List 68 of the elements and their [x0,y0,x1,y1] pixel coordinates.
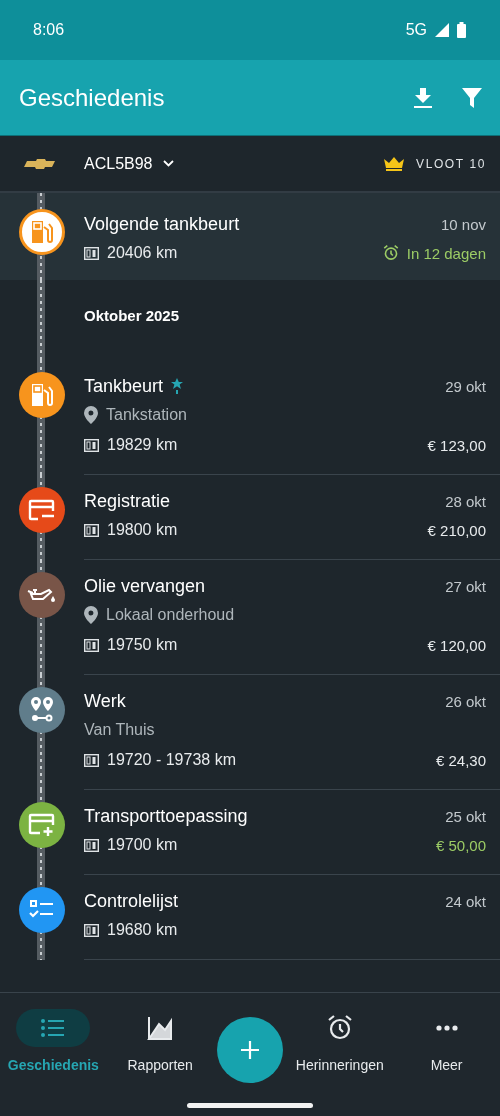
card-plus-icon [28,813,56,837]
battery-icon [457,22,466,38]
nav-tab[interactable]: Geschiedenis [3,1009,104,1073]
odometer-icon [84,923,99,937]
nav-tab[interactable]: Rapporten [110,1009,211,1073]
vehicle-selector[interactable]: ACL5B98 [84,154,385,173]
entry-amount: € 50,00 [435,836,486,854]
plan-label: VLOOT 10 [416,156,486,171]
entry-date: 28 okt [445,492,486,510]
entry-title: Tankbeurt [84,375,164,397]
alarm-clock-icon [382,245,399,261]
plus-icon [241,1041,259,1059]
odometer-reading: 19800 km [107,521,178,539]
fuel-pump-icon [30,382,54,408]
reminder-due: In 12 dagen [406,244,486,262]
alarm-clock-icon [326,1015,353,1041]
month-heading: Oktober 2025 [84,307,180,325]
signal-icon [435,23,449,37]
line-chart-icon [147,1015,174,1041]
odometer-icon [84,246,99,260]
odometer-reading: 19829 km [107,436,178,454]
location-pin-icon [84,606,98,624]
entry-date: 27 okt [445,577,486,595]
fuel-pump-icon [30,219,54,245]
odometer-reading: 19700 km [107,836,178,854]
chevron-down-icon [162,160,174,167]
entry-amount: € 24,30 [435,751,486,769]
oil-can-icon [27,586,57,604]
card-icon [28,499,56,521]
list-icon [41,1019,66,1037]
odometer-icon [84,753,99,767]
status-time: 8:06 [33,21,65,39]
odometer-icon [84,638,99,652]
odometer-reading: 20406 km [107,244,178,262]
location-text: Lokaal onderhoud [106,606,235,624]
nav-tab[interactable]: Herinneringen [289,1009,390,1073]
route-text: Van Thuis [84,721,155,739]
car-logo-icon [24,158,58,169]
nav-tab[interactable]: Meer [396,1009,497,1073]
entry-title: Transporttoepassing [84,805,248,827]
odometer-reading: 19750 km [107,636,178,654]
entry-date: 29 okt [445,377,486,395]
odometer-icon [84,438,99,452]
network-label: 5G [405,21,427,39]
entry-date: 24 okt [445,892,486,910]
more-icon [435,1025,458,1031]
odometer-icon [84,838,99,852]
entry-title: Controlelijst [84,890,179,912]
entry-date: 10 nov [440,215,486,233]
entry-title: Olie vervangen [84,575,206,597]
entry-amount: € 123,00 [427,436,486,454]
location-text: Tankstation [106,406,187,424]
entry-title: Werk [84,690,126,712]
odometer-reading: 19680 km [107,921,178,939]
entry-date: 26 okt [445,692,486,710]
route-icon [29,696,55,724]
entry-date: 25 okt [445,807,486,825]
entry-title: Registratie [84,490,171,512]
filter-icon[interactable] [462,87,482,108]
odometer-reading: 19720 - 19738 km [107,751,236,769]
crown-icon [384,156,405,171]
entry-amount: € 210,00 [427,521,486,539]
download-icon[interactable] [414,87,432,108]
entry-title: Volgende tankbeurt [84,213,240,235]
location-pin-icon [84,406,98,424]
app-title: Geschiedenis [19,83,166,112]
odometer-icon [84,523,99,537]
entry-amount: € 120,00 [427,636,486,654]
